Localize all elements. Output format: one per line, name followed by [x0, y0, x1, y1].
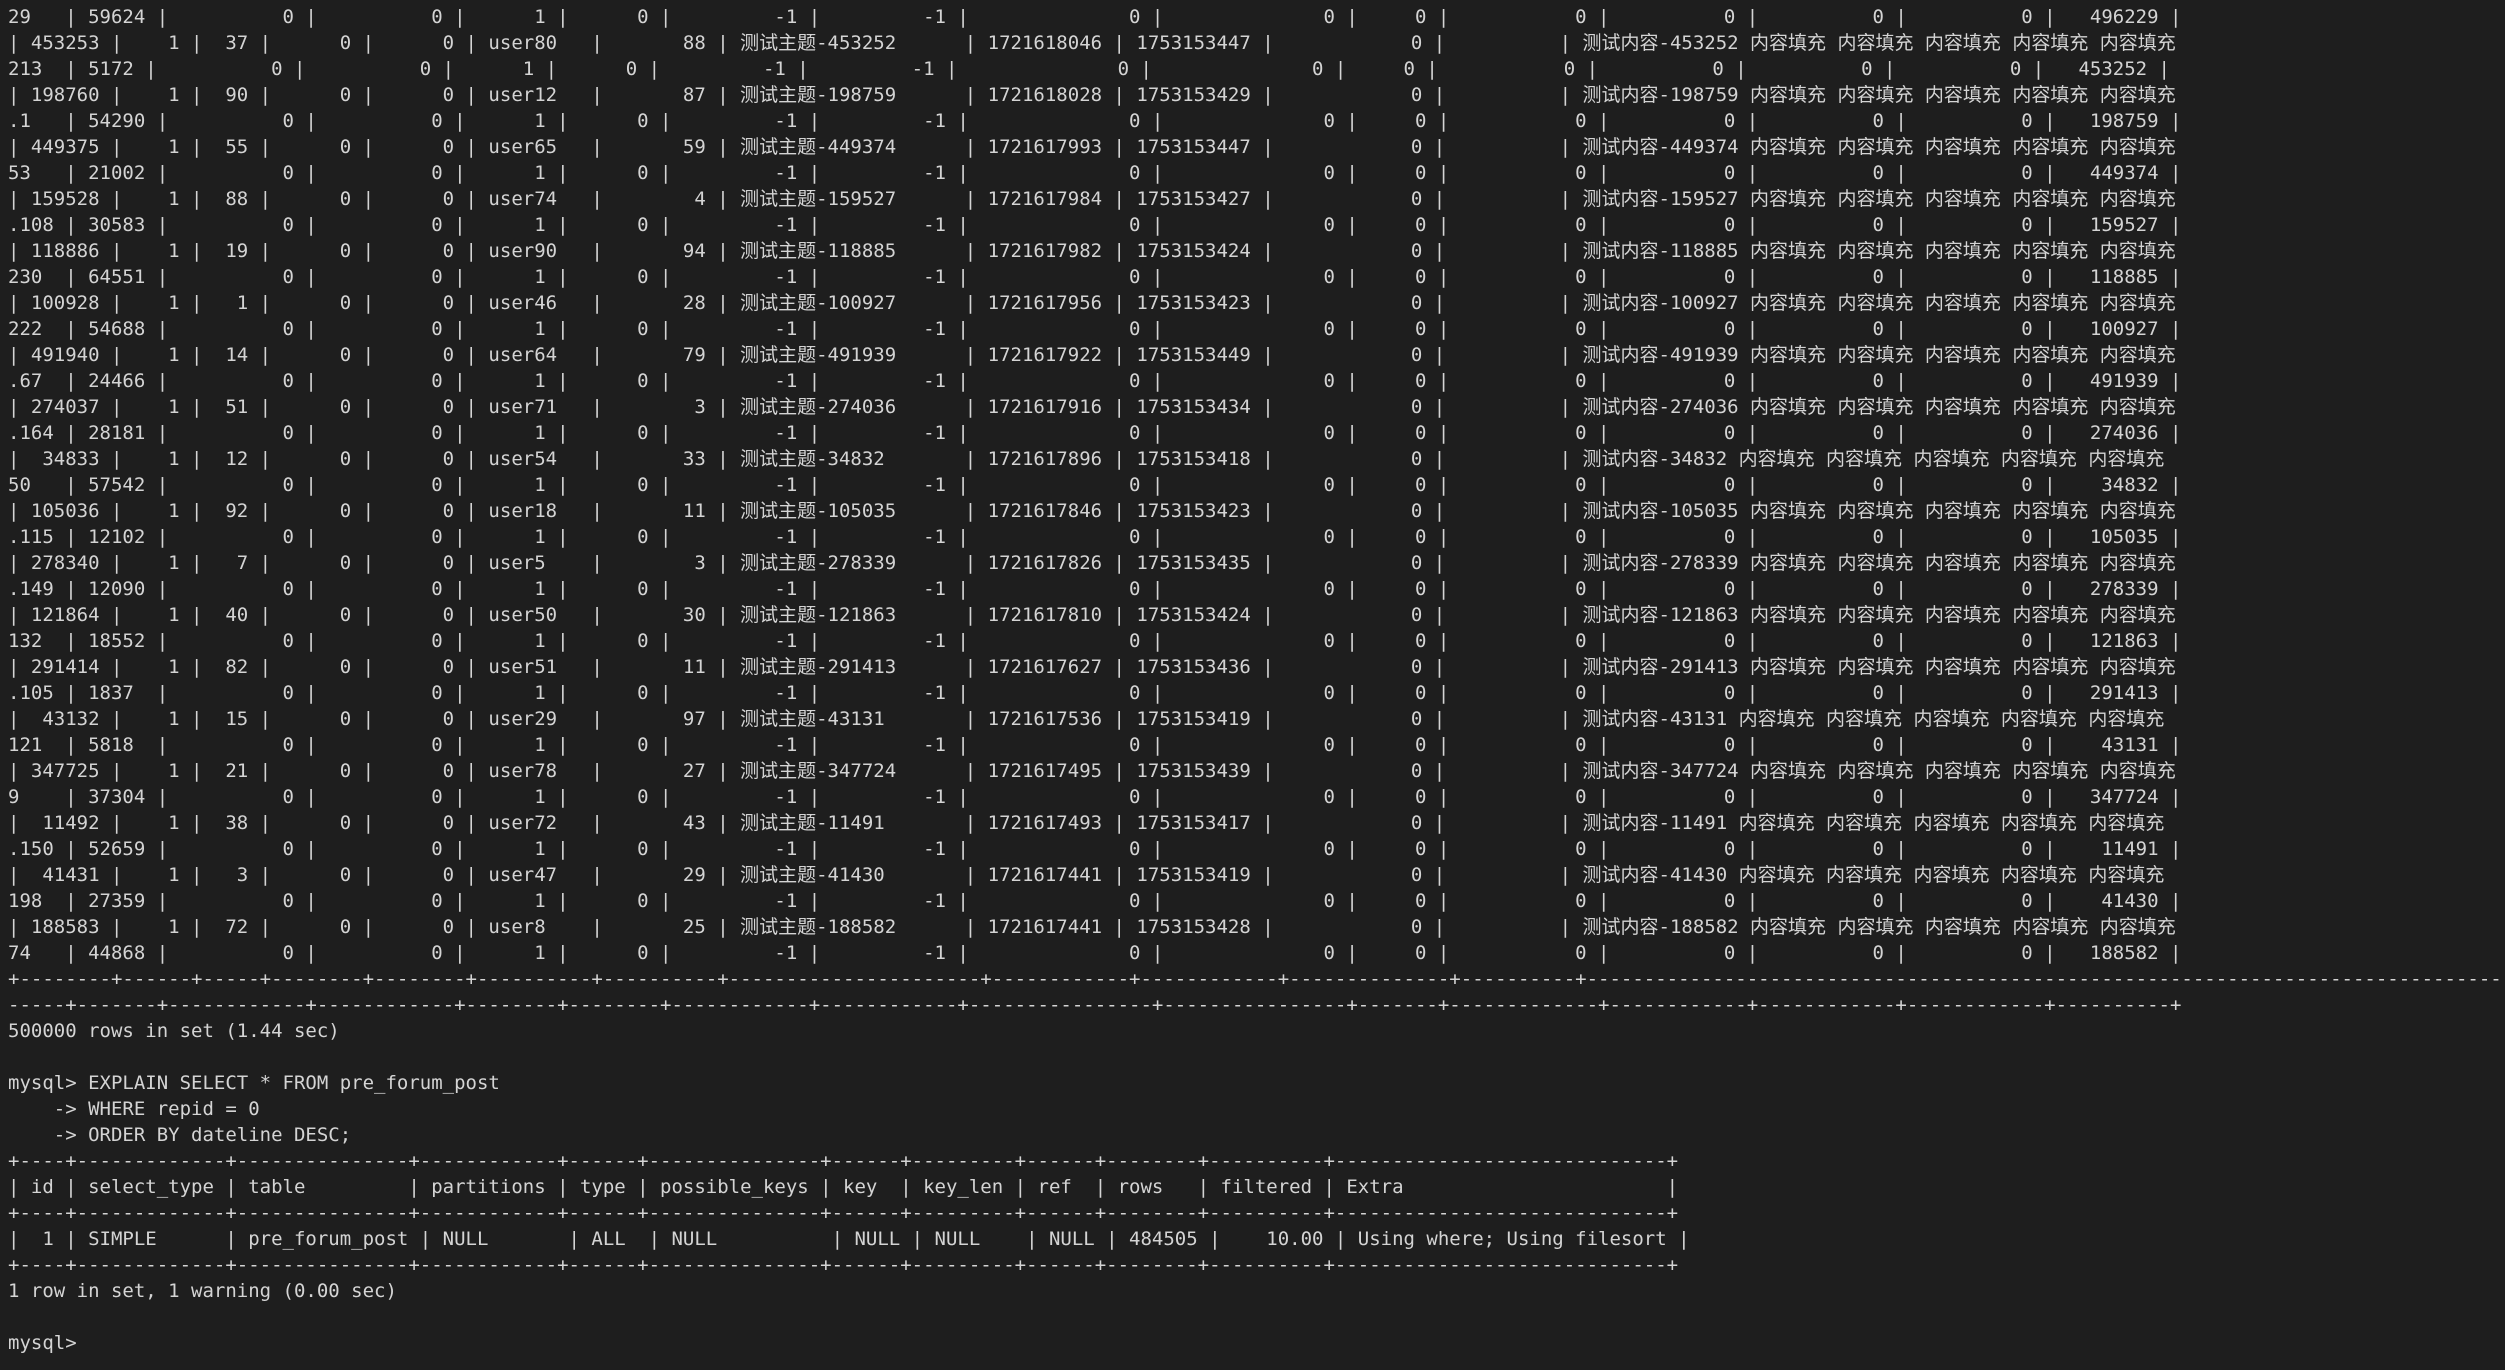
text-cursor: [88, 1334, 99, 1354]
output-line: .67 | 24466 | 0 | 0 | 1 | 0 | -1 | -1 | …: [8, 370, 2182, 392]
output-line: | 11492 | 1 | 38 | 0 | 0 | user72 | 43 |…: [8, 812, 2505, 834]
output-line: | id | select_type | table | partitions …: [8, 1176, 1679, 1198]
output-line: | 453253 | 1 | 37 | 0 | 0 | user80 | 88 …: [8, 32, 2505, 54]
output-line: | 41431 | 1 | 3 | 0 | 0 | user47 | 29 | …: [8, 864, 2505, 886]
output-line: | 121864 | 1 | 40 | 0 | 0 | user50 | 30 …: [8, 604, 2505, 626]
output-line: 9 | 37304 | 0 | 0 | 1 | 0 | -1 | -1 | 0 …: [8, 786, 2182, 808]
output-line: .115 | 12102 | 0 | 0 | 1 | 0 | -1 | -1 |…: [8, 526, 2182, 548]
output-line: | 118886 | 1 | 19 | 0 | 0 | user90 | 94 …: [8, 240, 2505, 262]
output-line: | 198760 | 1 | 90 | 0 | 0 | user12 | 87 …: [8, 84, 2505, 106]
output-line: +----+-------------+---------------+----…: [8, 1202, 1679, 1224]
output-line: 230 | 64551 | 0 | 0 | 1 | 0 | -1 | -1 | …: [8, 266, 2182, 288]
terminal-output: 29 | 59624 | 0 | 0 | 1 | 0 | -1 | -1 | 0…: [8, 4, 2505, 1330]
output-line: .150 | 52659 | 0 | 0 | 1 | 0 | -1 | -1 |…: [8, 838, 2182, 860]
output-line: | 34833 | 1 | 12 | 0 | 0 | user54 | 33 |…: [8, 448, 2505, 470]
output-line: -> WHERE repid = 0: [8, 1098, 260, 1120]
output-line: +--------+------+-----+--------+--------…: [8, 968, 2505, 990]
output-line: 132 | 18552 | 0 | 0 | 1 | 0 | -1 | -1 | …: [8, 630, 2182, 652]
output-line: +----+-------------+---------------+----…: [8, 1150, 1679, 1172]
output-line: 198 | 27359 | 0 | 0 | 1 | 0 | -1 | -1 | …: [8, 890, 2182, 912]
output-line: -----+-------+------------+------------+…: [8, 994, 2182, 1016]
output-line: | 347725 | 1 | 21 | 0 | 0 | user78 | 27 …: [8, 760, 2505, 782]
output-line: 500000 rows in set (1.44 sec): [8, 1020, 340, 1042]
output-line: 53 | 21002 | 0 | 0 | 1 | 0 | -1 | -1 | 0…: [8, 162, 2182, 184]
output-line: | 1 | SIMPLE | pre_forum_post | NULL | A…: [8, 1228, 1690, 1250]
output-line: 121 | 5818 | 0 | 0 | 1 | 0 | -1 | -1 | 0…: [8, 734, 2182, 756]
output-line: +----+-------------+---------------+----…: [8, 1254, 1679, 1276]
output-line: | 43132 | 1 | 15 | 0 | 0 | user29 | 97 |…: [8, 708, 2505, 730]
output-line: | 278340 | 1 | 7 | 0 | 0 | user5 | 3 | 测…: [8, 552, 2505, 574]
output-line: | 159528 | 1 | 88 | 0 | 0 | user74 | 4 |…: [8, 188, 2505, 210]
output-line: 222 | 54688 | 0 | 0 | 1 | 0 | -1 | -1 | …: [8, 318, 2182, 340]
output-line: 1 row in set, 1 warning (0.00 sec): [8, 1280, 397, 1302]
output-line: 213 | 5172 | 0 | 0 | 1 | 0 | -1 | -1 | 0…: [8, 58, 2170, 80]
output-line: .1 | 54290 | 0 | 0 | 1 | 0 | -1 | -1 | 0…: [8, 110, 2182, 132]
output-line: -> ORDER BY dateline DESC;: [8, 1124, 352, 1146]
output-line: | 449375 | 1 | 55 | 0 | 0 | user65 | 59 …: [8, 136, 2505, 158]
prompt-label: mysql>: [8, 1332, 77, 1354]
output-line: | 274037 | 1 | 51 | 0 | 0 | user71 | 3 |…: [8, 396, 2505, 418]
output-line: .108 | 30583 | 0 | 0 | 1 | 0 | -1 | -1 |…: [8, 214, 2182, 236]
output-line: 50 | 57542 | 0 | 0 | 1 | 0 | -1 | -1 | 0…: [8, 474, 2182, 496]
output-line: | 188583 | 1 | 72 | 0 | 0 | user8 | 25 |…: [8, 916, 2505, 938]
output-line: | 100928 | 1 | 1 | 0 | 0 | user46 | 28 |…: [8, 292, 2505, 314]
output-line: | 491940 | 1 | 14 | 0 | 0 | user64 | 79 …: [8, 344, 2505, 366]
output-line: 74 | 44868 | 0 | 0 | 1 | 0 | -1 | -1 | 0…: [8, 942, 2182, 964]
output-line: | 291414 | 1 | 82 | 0 | 0 | user51 | 11 …: [8, 656, 2505, 678]
output-line: mysql> EXPLAIN SELECT * FROM pre_forum_p…: [8, 1072, 500, 1094]
terminal-window[interactable]: 29 | 59624 | 0 | 0 | 1 | 0 | -1 | -1 | 0…: [0, 0, 2505, 1370]
output-line: .164 | 28181 | 0 | 0 | 1 | 0 | -1 | -1 |…: [8, 422, 2182, 444]
output-line: 29 | 59624 | 0 | 0 | 1 | 0 | -1 | -1 | 0…: [8, 6, 2182, 28]
command-prompt[interactable]: mysql>: [8, 1330, 2505, 1356]
output-line: .149 | 12090 | 0 | 0 | 1 | 0 | -1 | -1 |…: [8, 578, 2182, 600]
output-line: | 105036 | 1 | 92 | 0 | 0 | user18 | 11 …: [8, 500, 2505, 522]
output-line: .105 | 1837 | 0 | 0 | 1 | 0 | -1 | -1 | …: [8, 682, 2182, 704]
